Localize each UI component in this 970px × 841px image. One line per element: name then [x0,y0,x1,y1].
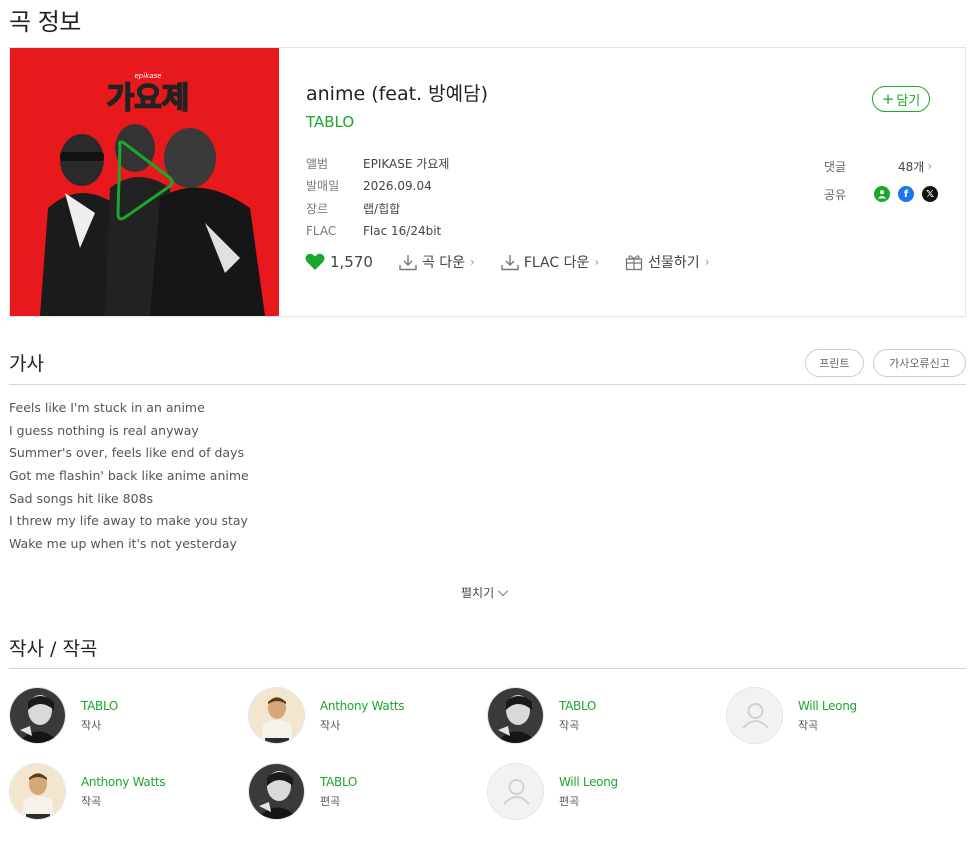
chevron-right-icon: › [704,255,710,269]
lyrics-header: 가사 프린트 가사오류신고 [9,349,966,385]
lyric-line: Feels like I'm stuck in an anime [9,400,205,415]
song-side-info: 댓글 48개 › 공유 f 𝕏 [824,152,938,208]
avatar-placeholder [487,763,544,820]
avatar [248,687,305,744]
download-icon [399,254,417,270]
credit-item[interactable]: TABLO 편곡 [248,763,357,820]
like-button[interactable]: 1,570 [305,253,373,271]
song-info-card: epikase 가요제 anime (feat. 방예담) TABLO + 담기… [9,47,966,317]
share-label: 공유 [824,187,847,202]
gift-button[interactable]: 선물하기 › [625,252,710,272]
download-label: 곡 다운 [421,255,466,271]
meta-value-flac: Flac 16/24bit [363,223,442,238]
avatar [9,763,66,820]
meta-value-genre: 랩/힙합 [363,201,401,216]
add-to-playlist-button[interactable]: + 담기 [872,86,930,112]
comments-label: 댓글 [824,159,847,174]
credit-name[interactable]: Anthony Watts [81,775,166,789]
credit-item[interactable]: Will Leong 편곡 [487,763,618,820]
gift-icon [626,254,643,270]
avatar [9,687,66,744]
meta-key: 앨범 [306,156,329,171]
meta-key: 장르 [306,201,329,216]
plus-icon: + [881,89,895,108]
heart-icon [305,253,325,270]
credit-name[interactable]: TABLO [559,699,596,713]
credit-role: 작곡 [559,718,580,732]
download-icon [501,254,519,270]
like-count: 1,570 [330,253,373,271]
lyric-line: Sad songs hit like 808s [9,490,154,506]
meta-key: FLAC [306,223,337,238]
credits-title: 작사 / 작곡 [9,638,98,660]
credit-name[interactable]: TABLO [81,699,118,713]
credit-item[interactable]: Anthony Watts 작사 [248,687,405,744]
gift-label: 선물하기 [648,255,700,271]
cover-logo-text: 가요제 [107,81,190,116]
song-actions: 1,570 곡 다운 › FLAC 다운 › 선물하기 › [305,252,736,272]
avatar-placeholder [726,687,783,744]
meta-row-release: 발매일 2026.09.04 [306,175,449,198]
add-button-label: 담기 [896,93,921,109]
credit-name[interactable]: Anthony Watts [320,699,405,713]
avatar [248,763,305,820]
user-icon [727,688,782,743]
chevron-right-icon: › [470,255,475,269]
credit-item[interactable]: TABLO 작곡 [487,687,596,744]
meta-key: 발매일 [306,179,340,194]
song-meta: 앨범 EPIKASE 가요제 발매일 2026.09.04 장르 랩/힙합 FL… [306,152,449,242]
meta-value-release: 2026.09.04 [363,178,432,193]
lyric-line: Summer's over, feels like end of days [9,445,244,461]
download-button[interactable]: 곡 다운 › [399,252,475,272]
expand-lyrics-button[interactable]: 펼치기 [461,584,509,601]
credit-role: 작사 [320,718,341,732]
chevron-right-icon: › [927,159,933,173]
credit-item[interactable]: Anthony Watts 작곡 [9,763,166,820]
lyric-line: Wake me up when it's not yesterday [9,536,237,552]
user-icon [488,764,543,819]
lyrics-body: Feels like I'm stuck in an anime I guess… [9,397,249,556]
credit-name[interactable]: Will Leong [798,699,857,713]
print-button[interactable]: 프린트 [805,349,864,377]
lyric-line: I threw my life away to make you stay [9,513,248,529]
avatar [487,687,544,744]
credit-item[interactable]: TABLO 작사 [9,687,118,744]
meta-row-flac: FLAC Flac 16/24bit [306,220,449,243]
chevron-right-icon: › [594,255,600,269]
facebook-icon[interactable]: f [898,186,914,202]
credit-name[interactable]: Will Leong [559,775,618,789]
meta-value-album[interactable]: EPIKASE 가요제 [363,155,449,172]
share-row: 공유 f 𝕏 [824,180,938,208]
meta-row-genre: 장르 랩/힙합 [306,197,449,220]
comments-count: 48개 [898,159,925,174]
credit-item[interactable]: Will Leong 작곡 [726,687,857,744]
chevron-down-icon [497,589,509,596]
credit-role: 작곡 [81,794,102,808]
comments-row: 댓글 48개 › [824,152,938,180]
credit-role: 작곡 [798,718,819,732]
expand-label: 펼치기 [461,586,495,600]
meta-row-album: 앨범 EPIKASE 가요제 [306,152,449,175]
album-cover[interactable]: epikase 가요제 [10,48,279,316]
page-title: 곡 정보 [9,8,81,36]
credit-role: 작사 [81,718,102,732]
credits-header: 작사 / 작곡 [9,634,966,669]
cover-small-text: epikase [135,72,162,80]
report-lyrics-button[interactable]: 가사오류신고 [873,349,966,377]
x-twitter-icon[interactable]: 𝕏 [922,186,938,202]
album-cover-art: epikase 가요제 [10,48,279,316]
share-friend-icon[interactable] [874,186,890,202]
credit-name[interactable]: TABLO [320,775,357,789]
song-title: anime (feat. 방예담) [306,83,489,105]
lyric-line: Got me flashin' back like anime anime [9,468,249,484]
flac-download-button[interactable]: FLAC 다운 › [501,252,599,272]
lyric-line: I guess nothing is real anyway [9,422,199,438]
share-icons: f 𝕏 [874,186,938,202]
credit-role: 편곡 [320,794,341,808]
comments-link[interactable]: 48개 › [898,158,932,175]
flac-download-label: FLAC 다운 [523,255,590,271]
artist-link[interactable]: TABLO [306,113,354,131]
credit-role: 편곡 [559,794,580,808]
